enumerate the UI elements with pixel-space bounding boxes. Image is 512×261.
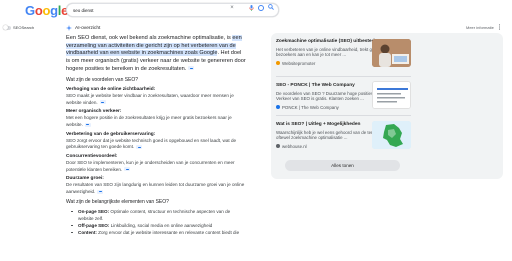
- source-thumbnail[interactable]: [372, 81, 411, 109]
- show-all-button[interactable]: Alles tonen: [285, 160, 400, 171]
- benefit-item: Duurzame groei: De resultaten van SEO zi…: [66, 176, 245, 195]
- ai-overview-heading: AI-overzicht: [66, 25, 100, 31]
- question-heading: Wat zijn de belangrijkste elementen van …: [66, 198, 169, 205]
- source-link-icon[interactable]: [124, 167, 131, 172]
- source-link-icon[interactable]: [136, 145, 143, 150]
- ai-overview-content: Een SEO dienst, ook wel bekend als zoekm…: [66, 35, 246, 236]
- more-info-link[interactable]: Meer informatie: [466, 25, 494, 30]
- benefit-item: Verhoging van de online zichtbaarheid: S…: [66, 86, 234, 105]
- google-lens-icon[interactable]: [258, 5, 264, 11]
- search-icon[interactable]: [268, 4, 274, 10]
- ai-intro: Een SEO dienst, ook wel bekend als zoekm…: [66, 35, 246, 72]
- site-favicon-icon: [276, 105, 280, 110]
- sources-panel: Zoekmachine optimalisatie (SEO) uitbeste…: [271, 33, 503, 179]
- more-options-icon[interactable]: [497, 24, 502, 30]
- google-logo[interactable]: Google: [25, 3, 68, 18]
- sparkle-icon: [66, 25, 72, 31]
- source-link-icon[interactable]: [84, 122, 91, 127]
- safesearch-toggle[interactable]: SEOSearch: [3, 24, 34, 31]
- divider: [276, 76, 411, 77]
- source-thumbnail[interactable]: [372, 121, 411, 149]
- search-box: [66, 3, 279, 17]
- list-item: Content: Zorg ervoor dat je website inte…: [66, 229, 246, 236]
- benefit-item: Meer organisch verkeer: Met een hogere p…: [66, 109, 232, 127]
- search-input[interactable]: [73, 5, 223, 15]
- list-item: On-page SEO: Optimale content, structuur…: [66, 208, 246, 222]
- top-bar: Google ×: [0, 0, 512, 22]
- source-link-icon[interactable]: [97, 189, 104, 194]
- person-photo-icon: [372, 39, 411, 67]
- site-favicon-icon: [276, 61, 280, 66]
- site-favicon-icon: [276, 144, 280, 149]
- elements-list: On-page SEO: Optimale content, structuur…: [66, 208, 246, 236]
- clear-search-icon[interactable]: ×: [229, 5, 235, 11]
- benefit-item: Concurrentievoordeel: Door SEO te implem…: [66, 153, 235, 172]
- safesearch-label: SEOSearch: [13, 25, 35, 30]
- seo-diagram-icon: [373, 82, 410, 108]
- source-link-icon[interactable]: [188, 66, 195, 71]
- list-item: Off-page SEO: Linkbuilding, social media…: [66, 222, 246, 229]
- map-netherlands-icon: [372, 121, 411, 149]
- benefit-item: Verbetering van de gebruikerservaring: S…: [66, 131, 237, 150]
- question-heading: Wat zijn de voordelen van SEO?: [66, 76, 139, 83]
- divider: [276, 115, 411, 116]
- toggle-switch[interactable]: [3, 25, 11, 30]
- source-link-icon[interactable]: [99, 100, 106, 105]
- source-thumbnail[interactable]: [372, 39, 411, 67]
- microphone-icon[interactable]: [249, 5, 254, 11]
